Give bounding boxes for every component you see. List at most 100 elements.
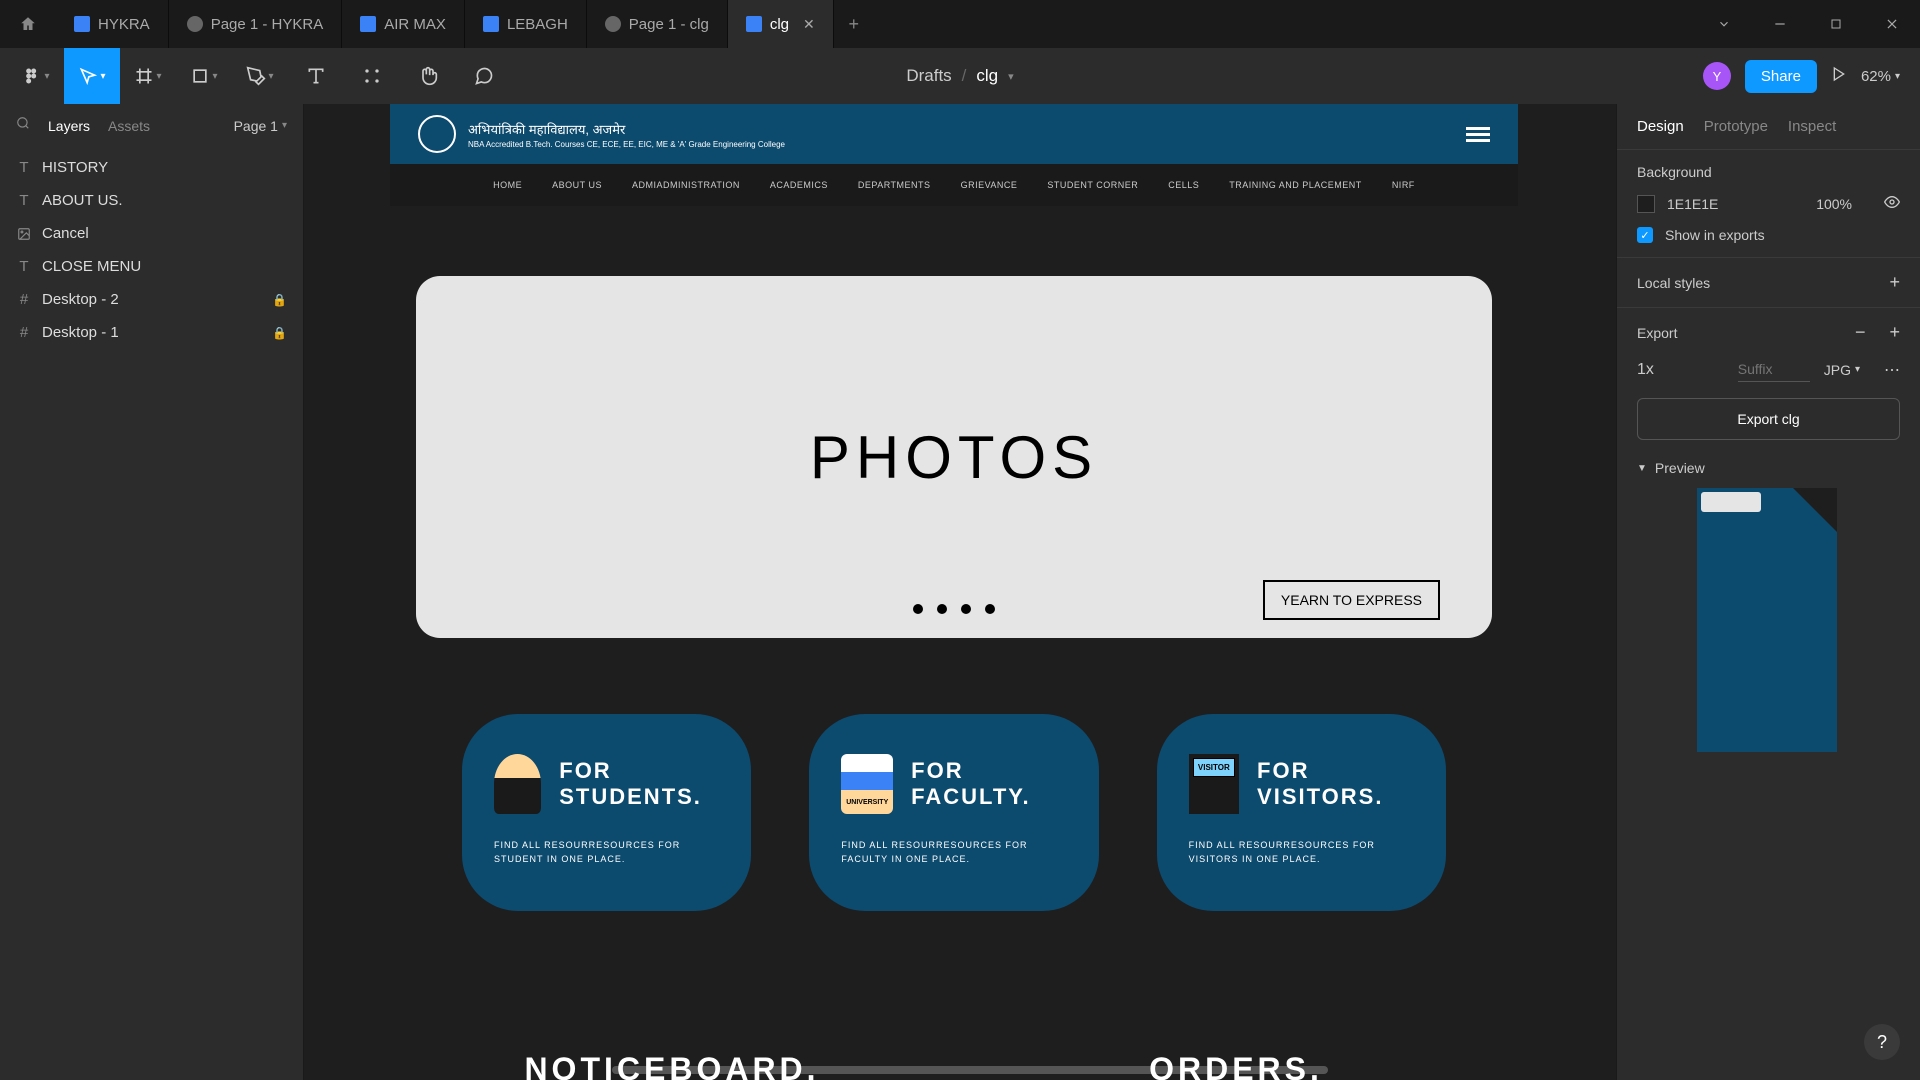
breadcrumb-sep: / bbox=[962, 66, 967, 86]
design-frame[interactable]: अभियांत्रिकी महाविद्यालय, अजमेर NBA Accr… bbox=[390, 104, 1518, 1080]
hero-title: PHOTOS bbox=[810, 423, 1098, 492]
frame-tool[interactable]: ▾ bbox=[120, 48, 176, 104]
layer-list: THISTORY TABOUT US. Cancel TCLOSE MENU #… bbox=[0, 147, 303, 353]
present-button[interactable] bbox=[1831, 66, 1847, 87]
visibility-icon[interactable] bbox=[1884, 194, 1900, 213]
tab-clg[interactable]: clg✕ bbox=[728, 0, 834, 48]
help-button[interactable]: ? bbox=[1864, 1024, 1900, 1060]
prototype-tab[interactable]: Prototype bbox=[1704, 118, 1768, 135]
breadcrumb-current[interactable]: clg bbox=[976, 66, 998, 86]
show-exports-label: Show in exports bbox=[1665, 227, 1765, 243]
chevron-down-icon[interactable] bbox=[1696, 0, 1752, 48]
window-tabbar: HYKRA Page 1 - HYKRA AIR MAX LEBAGH Page… bbox=[0, 0, 1920, 48]
maximize-button[interactable] bbox=[1808, 0, 1864, 48]
export-options-button[interactable]: ⋯ bbox=[1884, 360, 1900, 380]
export-scale[interactable]: 1x bbox=[1637, 361, 1654, 379]
layer-item[interactable]: Cancel bbox=[0, 217, 303, 250]
breadcrumb: Drafts / clg ▾ bbox=[906, 66, 1013, 86]
resources-tool[interactable] bbox=[344, 48, 400, 104]
tab-airmax[interactable]: AIR MAX bbox=[342, 0, 465, 48]
local-styles-label: Local styles bbox=[1637, 275, 1710, 291]
nav-item: DEPARTMENTS bbox=[858, 180, 931, 190]
close-icon[interactable]: ✕ bbox=[803, 16, 815, 33]
inspect-tab[interactable]: Inspect bbox=[1788, 118, 1836, 135]
nav-item: ADMIADMINISTRATION bbox=[632, 180, 740, 190]
zoom-control[interactable]: 62%▾ bbox=[1861, 68, 1900, 85]
color-swatch[interactable] bbox=[1637, 195, 1655, 213]
university-icon bbox=[841, 754, 893, 814]
home-tab[interactable] bbox=[0, 0, 56, 48]
layer-item[interactable]: #Desktop - 2🔒 bbox=[0, 283, 303, 316]
export-button[interactable]: Export clg bbox=[1637, 398, 1900, 440]
card-students: FOR STUDENTS. FIND ALL RESOURRESOURCES F… bbox=[462, 714, 751, 911]
preview-toggle[interactable]: ▼ Preview bbox=[1637, 460, 1900, 476]
nav-item: CELLS bbox=[1168, 180, 1199, 190]
layer-item[interactable]: THISTORY bbox=[0, 151, 303, 184]
move-tool[interactable]: ▾ bbox=[64, 48, 120, 104]
layer-item[interactable]: #Desktop - 1🔒 bbox=[0, 316, 303, 349]
nav-item: STUDENT CORNER bbox=[1047, 180, 1138, 190]
avatar[interactable]: Y bbox=[1703, 62, 1731, 90]
nav-item: GRIEVANCE bbox=[961, 180, 1018, 190]
close-window-button[interactable] bbox=[1864, 0, 1920, 48]
pen-tool[interactable]: ▾ bbox=[232, 48, 288, 104]
figma-menu-button[interactable]: ▾ bbox=[8, 48, 64, 104]
chevron-down-icon[interactable]: ▾ bbox=[1008, 70, 1014, 83]
hero-cta: YEARN TO EXPRESS bbox=[1263, 580, 1440, 620]
text-icon: T bbox=[16, 259, 32, 275]
nav-item: HOME bbox=[493, 180, 522, 190]
export-suffix-input[interactable] bbox=[1738, 357, 1810, 382]
nav-item: ACADEMICS bbox=[770, 180, 828, 190]
layers-tab[interactable]: Layers bbox=[48, 118, 90, 134]
export-format-select[interactable]: JPG▾ bbox=[1824, 362, 1860, 378]
page-selector[interactable]: Page 1▾ bbox=[234, 118, 287, 134]
toolbar: ▾ ▾ ▾ ▾ ▾ Drafts / clg ▾ Y Share 62%▾ bbox=[0, 48, 1920, 104]
nav-item: NIRF bbox=[1392, 180, 1415, 190]
search-icon[interactable] bbox=[16, 116, 30, 135]
hand-tool[interactable] bbox=[400, 48, 456, 104]
canvas[interactable]: अभियांत्रिकी महाविद्यालय, अजमेर NBA Accr… bbox=[304, 104, 1616, 1080]
site-nav: HOME ABOUT US ADMIADMINISTRATION ACADEMI… bbox=[390, 164, 1518, 206]
add-export-button[interactable]: + bbox=[1889, 322, 1900, 343]
add-tab-button[interactable]: + bbox=[834, 14, 874, 35]
share-button[interactable]: Share bbox=[1745, 60, 1817, 93]
nav-item: TRAINING AND PLACEMENT bbox=[1229, 180, 1362, 190]
student-icon bbox=[494, 754, 541, 814]
shape-tool[interactable]: ▾ bbox=[176, 48, 232, 104]
design-tab[interactable]: Design bbox=[1637, 118, 1684, 135]
lock-icon: 🔒 bbox=[272, 326, 287, 340]
text-tool[interactable] bbox=[288, 48, 344, 104]
hamburger-icon bbox=[1466, 124, 1490, 145]
site-header: अभियांत्रिकी महाविद्यालय, अजमेर NBA Accr… bbox=[390, 104, 1518, 164]
frame-icon: # bbox=[16, 292, 32, 308]
show-exports-checkbox[interactable]: ✓ bbox=[1637, 227, 1653, 243]
site-title: अभियांत्रिकी महाविद्यालय, अजमेर bbox=[468, 120, 785, 138]
breadcrumb-parent[interactable]: Drafts bbox=[906, 66, 951, 86]
tab-page1-clg[interactable]: Page 1 - clg bbox=[587, 0, 728, 48]
tab-page1-hykra[interactable]: Page 1 - HYKRA bbox=[169, 0, 343, 48]
export-label: Export bbox=[1637, 325, 1677, 341]
left-panel: Layers Assets Page 1▾ THISTORY TABOUT US… bbox=[0, 104, 304, 1080]
layer-item[interactable]: TCLOSE MENU bbox=[0, 250, 303, 283]
caret-down-icon: ▼ bbox=[1637, 463, 1647, 474]
color-hex[interactable]: 1E1E1E bbox=[1667, 196, 1718, 212]
comment-tool[interactable] bbox=[456, 48, 512, 104]
assets-tab[interactable]: Assets bbox=[108, 118, 150, 134]
text-icon: T bbox=[16, 193, 32, 209]
frame-icon: # bbox=[16, 325, 32, 341]
nav-item: ABOUT US bbox=[552, 180, 602, 190]
remove-export-button[interactable]: − bbox=[1855, 322, 1866, 343]
tab-lebagh[interactable]: LEBAGH bbox=[465, 0, 587, 48]
layer-item[interactable]: TABOUT US. bbox=[0, 184, 303, 217]
color-opacity[interactable]: 100% bbox=[1816, 196, 1852, 212]
card-visitors: FOR VISITORS. FIND ALL RESOURRESOURCES F… bbox=[1157, 714, 1446, 911]
add-style-button[interactable]: + bbox=[1889, 272, 1900, 293]
right-panel: Design Prototype Inspect Background 1E1E… bbox=[1616, 104, 1920, 1080]
tab-hykra[interactable]: HYKRA bbox=[56, 0, 169, 48]
site-subtitle: NBA Accredited B.Tech. Courses CE, ECE, … bbox=[468, 140, 785, 149]
site-logo bbox=[418, 115, 456, 153]
lock-icon: 🔒 bbox=[272, 293, 287, 307]
minimize-button[interactable] bbox=[1752, 0, 1808, 48]
text-icon: T bbox=[16, 160, 32, 176]
carousel-dots bbox=[913, 604, 995, 614]
